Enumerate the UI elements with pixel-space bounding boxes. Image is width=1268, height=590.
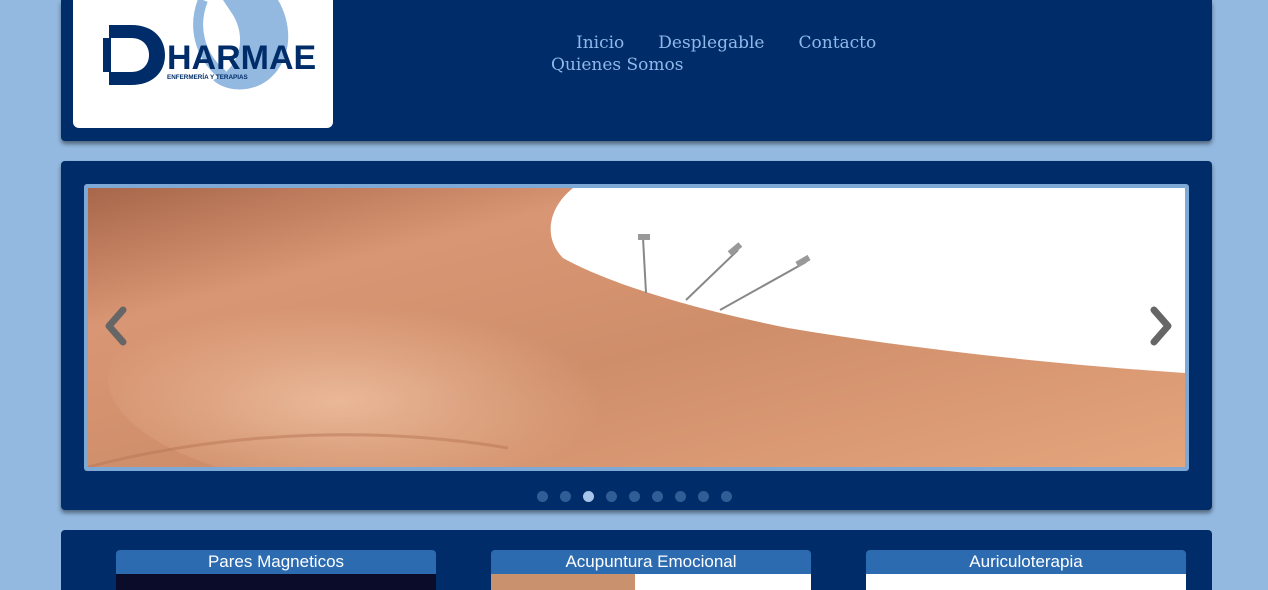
- service-card-title: Auriculoterapia: [866, 550, 1186, 574]
- logo-graphic: HARMAE ENFERMERÍA Y TERAPIAS: [103, 0, 316, 90]
- nav-link-inicio[interactable]: Inicio: [576, 32, 624, 54]
- service-card-image: [116, 574, 436, 590]
- service-card-pares-magneticos[interactable]: Pares Magneticos: [116, 550, 436, 590]
- service-card-title: Pares Magneticos: [116, 550, 436, 574]
- service-card-image: [491, 574, 811, 590]
- slider-next-button[interactable]: [1146, 306, 1176, 346]
- slider-prev-button[interactable]: [101, 306, 131, 346]
- service-card-title: Acupuntura Emocional: [491, 550, 811, 574]
- slide-image: [88, 188, 1185, 467]
- slider-dot[interactable]: [537, 491, 548, 502]
- nav-link-quienes-somos[interactable]: Quienes Somos: [551, 54, 683, 76]
- slider-dot[interactable]: [698, 491, 709, 502]
- chevron-right-icon: [1150, 306, 1172, 346]
- site-logo[interactable]: HARMAE ENFERMERÍA Y TERAPIAS: [73, 0, 333, 128]
- chevron-left-icon: [105, 306, 127, 346]
- slider-dot[interactable]: [583, 491, 594, 502]
- service-card-image: [866, 574, 1186, 590]
- slider-dot[interactable]: [721, 491, 732, 502]
- slider-dot[interactable]: [652, 491, 663, 502]
- service-card-acupuntura-emocional[interactable]: Acupuntura Emocional: [491, 550, 811, 590]
- slider-dot[interactable]: [560, 491, 571, 502]
- logo-brand-text: HARMAE: [167, 39, 316, 77]
- slider-dot[interactable]: [629, 491, 640, 502]
- logo-tagline: ENFERMERÍA Y TERAPIAS: [167, 72, 248, 81]
- services-panel: Pares Magneticos Acupuntura Emocional Au…: [61, 530, 1212, 590]
- site-header: HARMAE ENFERMERÍA Y TERAPIAS Inicio Despl…: [61, 0, 1212, 141]
- acupuncture-shoulder-image: [88, 188, 1185, 467]
- image-slider: [61, 161, 1212, 510]
- slider-pagination: [537, 486, 744, 502]
- nav-link-contacto[interactable]: Contacto: [799, 32, 877, 54]
- slider-dot[interactable]: [675, 491, 686, 502]
- service-card-auriculoterapia[interactable]: Auriculoterapia: [866, 550, 1186, 590]
- nav-link-desplegable[interactable]: Desplegable: [658, 32, 764, 54]
- slider-dot[interactable]: [606, 491, 617, 502]
- slide-frame: [84, 184, 1189, 471]
- main-nav: Inicio Desplegable Contacto Quienes Somos: [551, 32, 971, 76]
